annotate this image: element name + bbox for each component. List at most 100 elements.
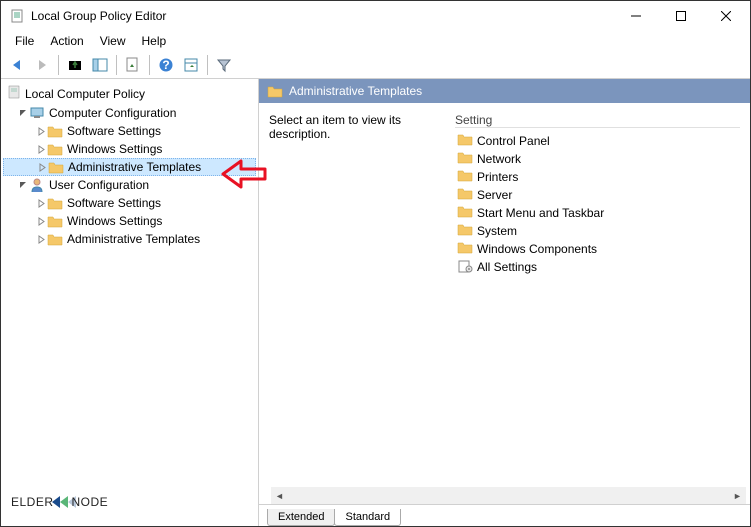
tree-label: Computer Configuration [49,106,176,120]
refresh-button[interactable] [121,53,145,77]
menu-help[interactable]: Help [134,32,175,50]
tree-node-user-admin[interactable]: Administrative Templates [3,230,256,248]
folder-icon [48,159,64,175]
folder-icon [47,141,63,157]
close-button[interactable] [703,2,748,31]
expand-icon[interactable] [36,163,48,172]
setting-column-header[interactable]: Setting [455,113,740,128]
toolbar-separator [116,55,117,75]
menu-bar: File Action View Help [1,31,750,51]
list-item-label: Server [477,188,512,202]
content-area: Local Computer Policy Computer Configura… [1,79,750,526]
policy-icon [7,85,21,102]
folder-icon [47,195,63,211]
toolbar-separator [207,55,208,75]
up-button[interactable] [63,53,87,77]
watermark-text-a: ELDER [11,495,54,509]
folder-icon [457,241,473,257]
app-icon [9,8,25,24]
scroll-left-icon[interactable]: ◄ [271,487,288,504]
expand-icon[interactable] [35,235,47,244]
description-column: Select an item to view its description. [269,113,439,504]
list-item-label: System [477,224,517,238]
folder-icon [47,213,63,229]
tree-label: Windows Settings [67,214,162,228]
tree-node-software-settings[interactable]: Software Settings [3,122,256,140]
tree-label: User Configuration [49,178,149,192]
watermark-text-b: NODE [72,495,109,509]
expand-icon[interactable] [17,109,29,118]
minimize-button[interactable] [613,2,658,31]
maximize-button[interactable] [658,2,703,31]
list-item-control-panel[interactable]: Control Panel [455,132,740,150]
detail-body: Select an item to view its description. … [259,103,750,504]
detail-pane: Administrative Templates Select an item … [259,79,750,526]
tree-label: Windows Settings [67,142,162,156]
user-icon [29,177,45,193]
toolbar: ? [1,51,750,79]
list-item-windows-components[interactable]: Windows Components [455,240,740,258]
expand-icon[interactable] [17,181,29,190]
description-text: Select an item to view its description. [269,113,401,141]
folder-icon [267,83,283,99]
title-bar: Local Group Policy Editor [1,1,750,31]
tree-node-user-windows[interactable]: Windows Settings [3,212,256,230]
list-item-system[interactable]: System [455,222,740,240]
tab-extended[interactable]: Extended [267,509,335,526]
svg-text:?: ? [162,58,169,72]
folder-icon [47,231,63,247]
folder-icon [47,123,63,139]
computer-icon [29,105,45,121]
menu-file[interactable]: File [7,32,42,50]
settings-icon [457,259,473,276]
help-button[interactable]: ? [154,53,178,77]
menu-view[interactable]: View [92,32,134,50]
forward-button[interactable] [30,53,54,77]
horizontal-scrollbar[interactable]: ◄ ► [271,487,746,504]
tree-label: Software Settings [67,124,161,138]
list-item-printers[interactable]: Printers [455,168,740,186]
tab-standard[interactable]: Standard [334,509,401,526]
expand-icon[interactable] [35,127,47,136]
folder-icon [457,169,473,185]
folder-icon [457,133,473,149]
list-item-label: All Settings [477,260,537,274]
filter-button[interactable] [212,53,236,77]
expand-icon[interactable] [35,145,47,154]
list-item-all-settings[interactable]: All Settings [455,258,740,276]
toolbar-separator [58,55,59,75]
tree-node-computer-config[interactable]: Computer Configuration [3,104,256,122]
tree-label: Administrative Templates [67,232,200,246]
list-item-label: Windows Components [477,242,597,256]
tree-node-windows-settings[interactable]: Windows Settings [3,140,256,158]
scroll-right-icon[interactable]: ► [729,487,746,504]
expand-icon[interactable] [35,217,47,226]
menu-action[interactable]: Action [42,32,91,50]
folder-icon [457,223,473,239]
folder-icon [457,187,473,203]
watermark-logo: ELDER NODE [11,488,108,516]
folder-icon [457,151,473,167]
list-item-label: Printers [477,170,518,184]
window-title: Local Group Policy Editor [31,9,613,23]
tree-pane: Local Computer Policy Computer Configura… [1,79,259,526]
expand-icon[interactable] [35,199,47,208]
settings-list: Setting Control Panel Network Printers S… [455,113,740,504]
tree-label: Software Settings [67,196,161,210]
detail-header-label: Administrative Templates [289,84,422,98]
tree-label: Administrative Templates [68,160,201,174]
folder-icon [457,205,473,221]
back-button[interactable] [5,53,29,77]
tabs-bar: Extended Standard [259,504,750,526]
tree-node-user-software[interactable]: Software Settings [3,194,256,212]
annotation-arrow-icon [219,157,269,194]
list-item-label: Control Panel [477,134,550,148]
toolbar-separator [149,55,150,75]
tree-root-node[interactable]: Local Computer Policy [3,83,256,104]
list-item-start-menu[interactable]: Start Menu and Taskbar [455,204,740,222]
properties-button[interactable] [179,53,203,77]
tree-root-label: Local Computer Policy [25,87,145,101]
show-hide-tree-button[interactable] [88,53,112,77]
list-item-network[interactable]: Network [455,150,740,168]
list-item-server[interactable]: Server [455,186,740,204]
